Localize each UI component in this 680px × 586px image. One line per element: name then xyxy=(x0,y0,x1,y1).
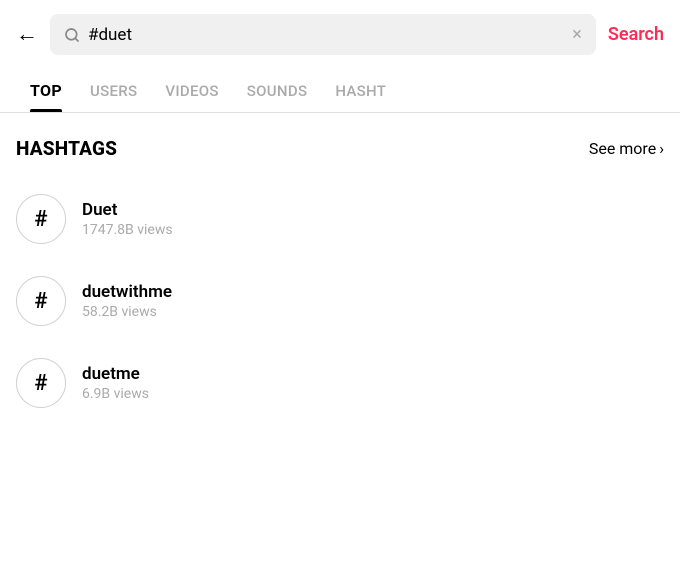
hashtag-item[interactable]: # duetwithme 58.2B views xyxy=(16,260,664,342)
tab-users[interactable]: USERS xyxy=(76,70,151,112)
search-icon xyxy=(64,27,80,43)
tab-top[interactable]: TOP xyxy=(16,69,76,112)
clear-icon: × xyxy=(572,24,582,45)
hashtags-section-header: HASHTAGS See more › xyxy=(16,137,664,160)
hashtag-views: 6.9B views xyxy=(82,386,664,402)
hashtag-item[interactable]: # Duet 1747.8B views xyxy=(16,178,664,260)
see-more-button[interactable]: See more › xyxy=(589,139,664,158)
hashtag-info: duetwithme 58.2B views xyxy=(82,282,664,320)
tab-sounds[interactable]: SOUNDS xyxy=(233,70,322,112)
hashtag-item[interactable]: # duetme 6.9B views xyxy=(16,342,664,424)
hashtag-name: Duet xyxy=(82,200,664,220)
search-button[interactable]: Search xyxy=(608,24,664,45)
hashtag-name: duetme xyxy=(82,364,664,384)
tabs-bar: TOP USERS VIDEOS SOUNDS HASHT xyxy=(0,69,680,113)
hashtag-list: # Duet 1747.8B views # duetwithme 58.2B … xyxy=(16,178,664,424)
tab-videos[interactable]: VIDEOS xyxy=(151,70,232,112)
tab-hashtags[interactable]: HASHT xyxy=(321,70,400,112)
back-arrow-icon: ← xyxy=(16,24,38,46)
hashtag-icon: # xyxy=(16,194,66,244)
search-input[interactable] xyxy=(88,25,564,45)
back-button[interactable]: ← xyxy=(16,24,38,46)
clear-button[interactable]: × xyxy=(572,24,582,45)
hashtag-info: Duet 1747.8B views xyxy=(82,200,664,238)
hashtag-name: duetwithme xyxy=(82,282,664,302)
hashtag-icon: # xyxy=(16,276,66,326)
hashtag-views: 1747.8B views xyxy=(82,222,664,238)
hashtag-icon: # xyxy=(16,358,66,408)
hashtag-views: 58.2B views xyxy=(82,304,664,320)
hashtag-info: duetme 6.9B views xyxy=(82,364,664,402)
hashtags-title: HASHTAGS xyxy=(16,137,117,160)
main-content: HASHTAGS See more › # Duet 1747.8B views… xyxy=(0,113,680,424)
chevron-right-icon: › xyxy=(659,139,664,158)
search-bar: × xyxy=(50,14,596,55)
see-more-label: See more xyxy=(589,139,656,158)
header: ← × Search xyxy=(0,0,680,69)
